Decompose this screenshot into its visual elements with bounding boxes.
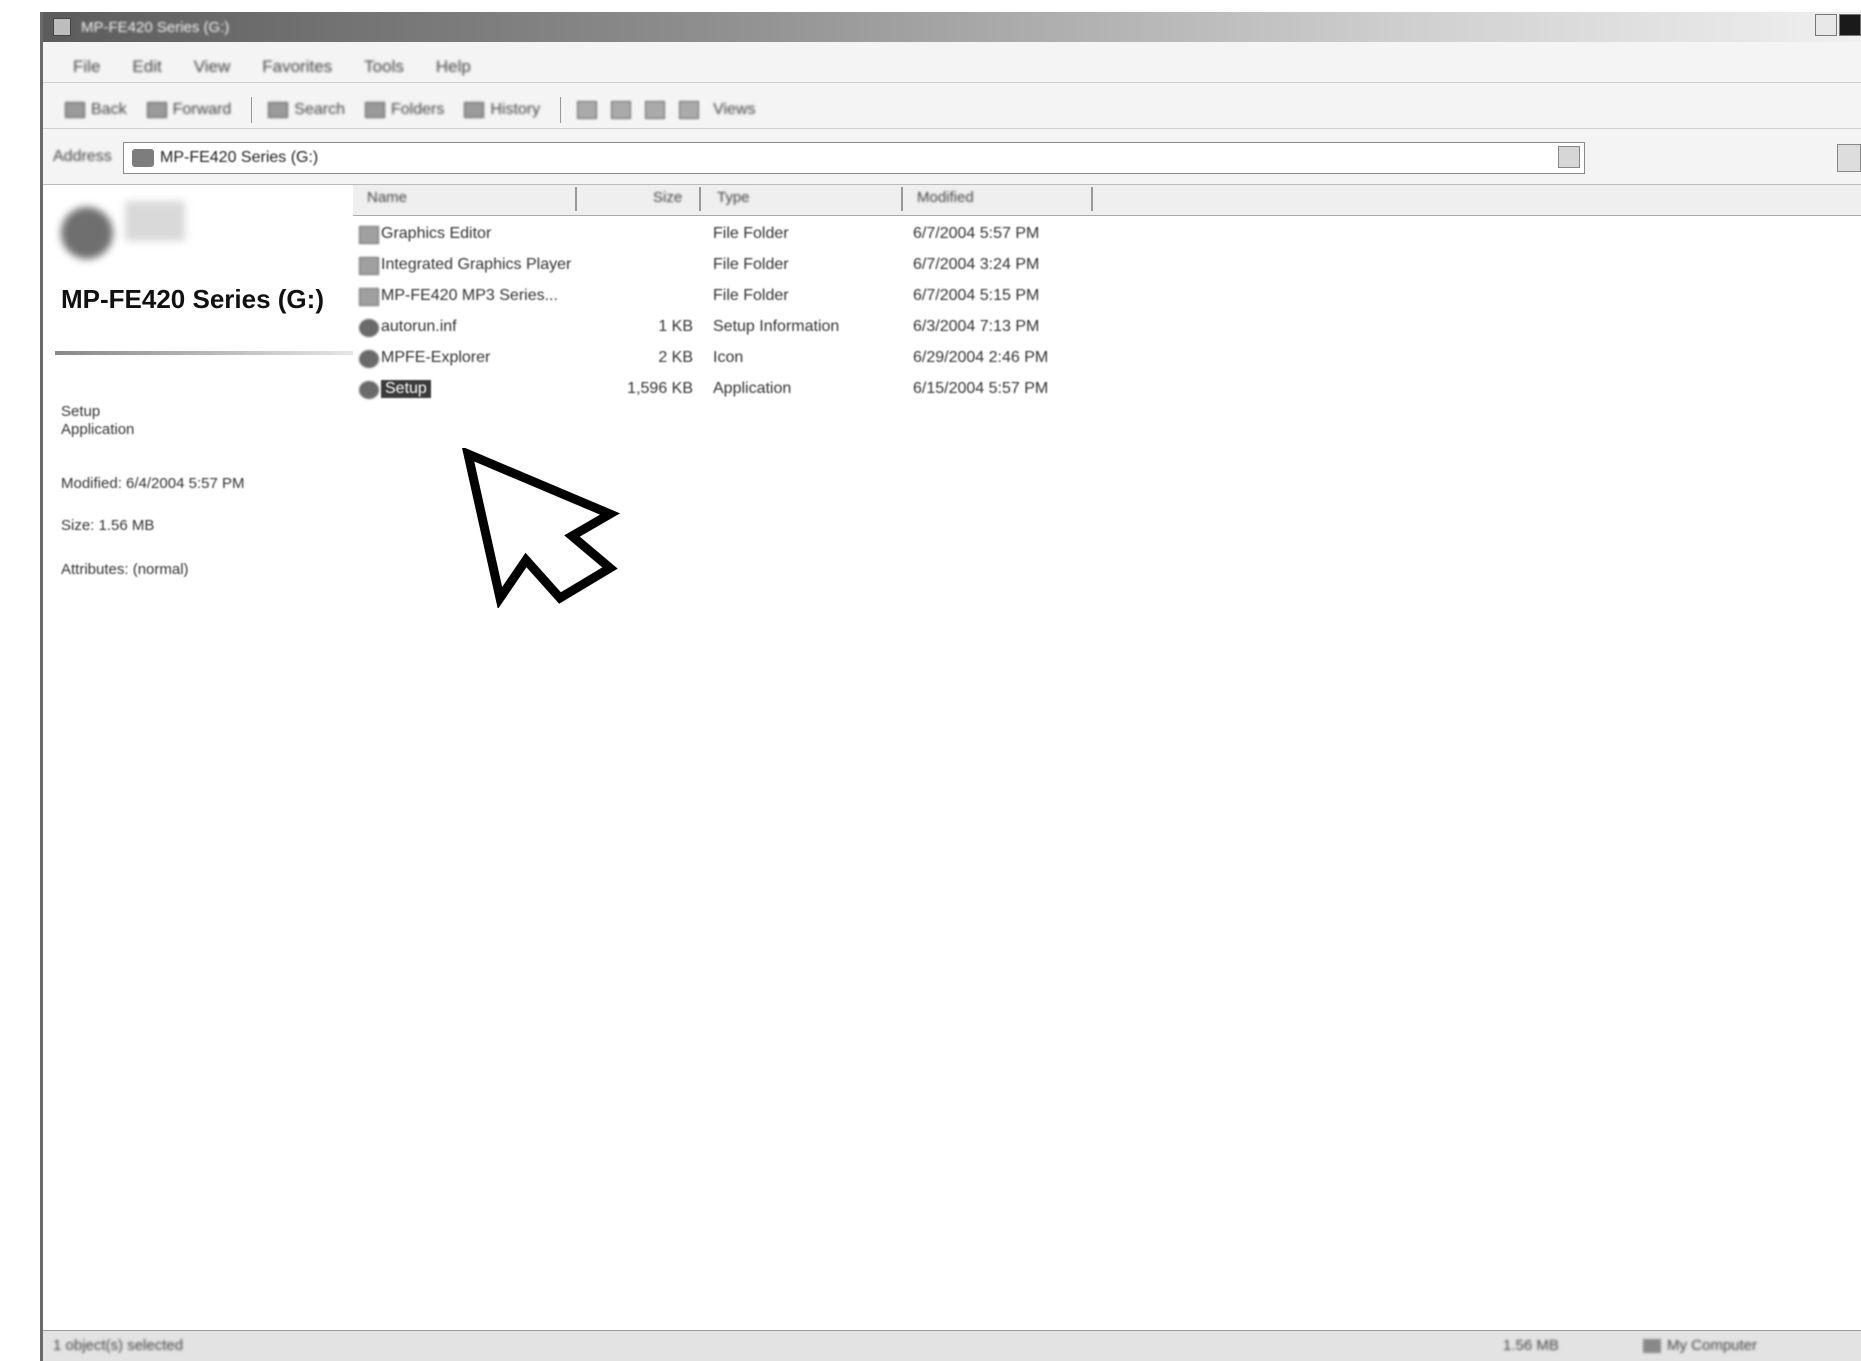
file-modified: 6/7/2004 5:57 PM — [913, 225, 1040, 242]
menu-view[interactable]: View — [194, 57, 231, 77]
column-modified[interactable]: Modified — [917, 189, 974, 206]
column-type[interactable]: Type — [717, 189, 750, 206]
drive-large-icon — [55, 197, 195, 267]
column-divider[interactable] — [575, 187, 577, 211]
back-button[interactable]: Back — [65, 101, 127, 119]
address-field[interactable]: MP-FE420 Series (G:) — [123, 142, 1585, 174]
folders-button[interactable]: Folders — [364, 101, 445, 119]
status-zone-label: My Computer — [1667, 1337, 1758, 1354]
computer-icon — [1643, 1338, 1661, 1353]
file-type: File Folder — [713, 225, 789, 242]
search-label: Search — [294, 101, 345, 118]
status-selection: 1 object(s) selected — [53, 1337, 184, 1354]
pane-divider — [55, 351, 355, 355]
file-name: Graphics Editor — [381, 225, 492, 242]
main-content: MP-FE420 Series (G:) Setup Application M… — [43, 184, 1861, 1331]
column-size[interactable]: Size — [653, 189, 682, 206]
file-size: 1,596 KB — [627, 380, 693, 397]
pane-title: MP-FE420 Series (G:) — [61, 284, 324, 314]
folder-icon — [359, 226, 379, 244]
toolbar-separator — [560, 97, 562, 123]
column-divider[interactable] — [1091, 187, 1093, 211]
file-type: File Folder — [713, 256, 789, 273]
file-modified: 6/3/2004 7:13 PM — [913, 318, 1040, 335]
file-name: Setup — [381, 380, 431, 398]
views-button[interactable]: Views — [713, 101, 755, 119]
column-divider[interactable] — [901, 187, 903, 211]
file-modified: 6/7/2004 3:24 PM — [913, 256, 1040, 273]
menu-help[interactable]: Help — [436, 57, 471, 77]
setup-app-icon — [359, 381, 379, 399]
close-button[interactable] — [1839, 14, 1861, 36]
address-bar: Address MP-FE420 Series (G:) — [43, 138, 1861, 176]
history-icon — [464, 102, 485, 118]
standard-toolbar: Back Forward Search Folders History View… — [43, 92, 1861, 129]
file-type: File Folder — [713, 287, 789, 304]
file-modified: 6/15/2004 5:57 PM — [913, 380, 1049, 397]
copy-to-icon[interactable] — [611, 101, 632, 119]
file-name: MP-FE420 MP3 Series... — [381, 287, 558, 304]
window-title: MP-FE420 Series (G:) — [81, 18, 230, 36]
column-header: Name Size Type Modified — [353, 185, 1861, 216]
selected-item-name: Setup — [61, 403, 101, 420]
file-type: Setup Information — [713, 318, 840, 335]
views-label: Views — [713, 101, 756, 118]
window-controls — [1813, 14, 1861, 36]
menu-file[interactable]: File — [73, 57, 100, 77]
status-size: 1.56 MB — [1503, 1337, 1559, 1354]
file-list[interactable]: Name Size Type Modified Graphics Editor … — [353, 185, 1861, 1331]
file-name: Integrated Graphics Player — [381, 256, 572, 273]
delete-icon[interactable] — [645, 101, 666, 119]
address-value: MP-FE420 Series (G:) — [160, 149, 319, 166]
folders-icon — [364, 102, 385, 118]
menu-bar: File Edit View Favorites Tools Help — [43, 52, 1861, 83]
search-button[interactable]: Search — [268, 101, 345, 119]
file-size: 2 KB — [658, 349, 693, 366]
menu-favorites[interactable]: Favorites — [262, 57, 332, 77]
menu-tools[interactable]: Tools — [364, 57, 404, 77]
drive-icon — [132, 149, 154, 167]
forward-button[interactable]: Forward — [146, 101, 232, 119]
file-name: autorun.inf — [381, 318, 457, 335]
column-name[interactable]: Name — [367, 189, 407, 206]
settings-file-icon — [359, 319, 379, 337]
status-zone: My Computer — [1643, 1337, 1757, 1354]
file-type: Application — [713, 380, 792, 397]
file-type: Icon — [713, 349, 744, 366]
folder-icon — [359, 257, 379, 275]
file-size: 1 KB — [658, 318, 693, 335]
mouse-cursor-icon — [462, 448, 620, 608]
back-arrow-icon — [65, 102, 85, 118]
move-to-icon[interactable] — [577, 101, 598, 119]
explorer-window: MP-FE420 Series (G:) File Edit View Favo… — [40, 12, 1861, 1361]
window-icon — [53, 18, 71, 36]
file-modified: 6/7/2004 5:15 PM — [913, 287, 1040, 304]
history-button[interactable]: History — [464, 101, 540, 119]
minimize-button[interactable] — [1815, 14, 1837, 36]
go-button[interactable] — [1837, 144, 1861, 172]
column-divider[interactable] — [699, 187, 701, 211]
selected-item-attributes: Attributes: (normal) — [61, 561, 189, 578]
menu-edit[interactable]: Edit — [132, 57, 161, 77]
search-icon — [268, 102, 289, 118]
address-label: Address — [53, 148, 112, 165]
toolbar-separator — [251, 97, 253, 123]
status-bar: 1 object(s) selected 1.56 MB My Computer — [43, 1330, 1861, 1361]
history-label: History — [490, 101, 541, 118]
file-name: MPFE-Explorer — [381, 349, 491, 366]
undo-icon[interactable] — [679, 101, 700, 119]
details-pane: MP-FE420 Series (G:) Setup Application M… — [43, 185, 355, 1331]
selected-item-type: Application — [61, 421, 135, 438]
file-modified: 6/29/2004 2:46 PM — [913, 349, 1049, 366]
forward-arrow-icon — [146, 102, 167, 118]
back-label: Back — [91, 101, 127, 118]
title-bar[interactable]: MP-FE420 Series (G:) — [43, 12, 1861, 42]
folder-icon — [359, 288, 379, 306]
selected-item-size: Size: 1.56 MB — [61, 517, 155, 534]
folders-label: Folders — [390, 101, 445, 118]
address-dropdown-icon[interactable] — [1558, 146, 1580, 168]
icon-file-icon — [359, 350, 379, 368]
selected-item-modified: Modified: 6/4/2004 5:57 PM — [61, 475, 245, 492]
forward-label: Forward — [172, 101, 232, 118]
